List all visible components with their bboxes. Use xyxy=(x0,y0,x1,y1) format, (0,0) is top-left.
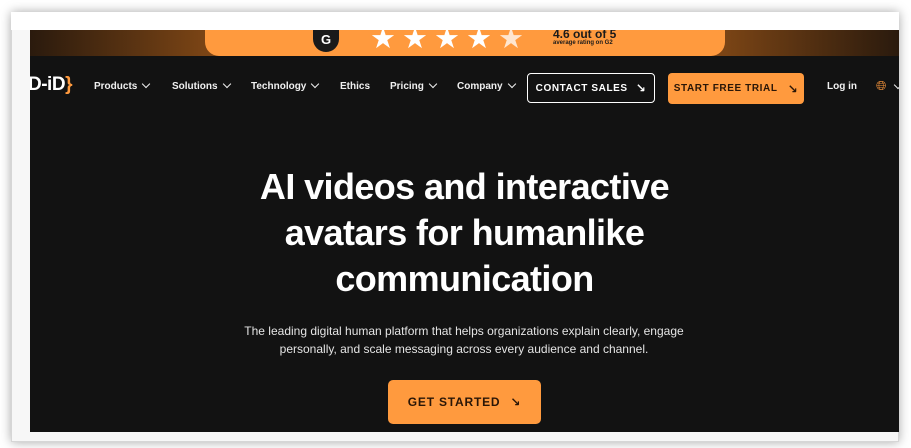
get-started-label: GET STARTED xyxy=(407,395,501,409)
nav-solutions[interactable]: Solutions xyxy=(172,79,231,92)
chevron-down-icon xyxy=(222,79,231,89)
hero-title-line: avatars for humanlike xyxy=(284,212,645,253)
contact-sales-label: CONTACT SALES xyxy=(535,82,628,94)
chevron-down-icon xyxy=(142,79,151,89)
chevron-down-icon[interactable] xyxy=(893,80,899,90)
hero-subtitle-line: The leading digital human platform that … xyxy=(244,324,684,338)
hero-title-line: AI videos and interactive xyxy=(259,166,670,207)
chevron-down-icon xyxy=(428,79,438,89)
nav-ethics[interactable]: Ethics xyxy=(340,81,370,92)
hero-subtitle: The leading digital human platform that … xyxy=(224,322,704,358)
hero-title: AI videos and interactive avatars for hu… xyxy=(30,164,899,302)
star-icon: ★ xyxy=(466,30,492,55)
half-star-icon: ★ xyxy=(498,30,524,55)
chevron-down-icon xyxy=(311,79,320,89)
nav-products[interactable]: Products xyxy=(94,79,151,92)
contact-sales-button[interactable]: CONTACT SALES ↘ xyxy=(527,73,655,103)
nav-pricing[interactable]: Pricing xyxy=(390,79,438,92)
star-icon: ★ xyxy=(370,30,396,55)
webpage: G ★ ★ ★ ★ ★ 4.6 out of 5 average rating … xyxy=(30,30,899,432)
hero-title-line: communication xyxy=(335,258,594,299)
nav-label: Company xyxy=(457,81,503,92)
nav-label: Solutions xyxy=(172,81,218,92)
logo-text: D-iD xyxy=(30,74,66,95)
nav-company[interactable]: Company xyxy=(457,79,516,92)
nav-technology[interactable]: Technology xyxy=(251,79,320,92)
arrow-down-right-icon: ↘ xyxy=(787,81,799,96)
nav-label: Products xyxy=(94,81,138,92)
star-icon: ★ xyxy=(434,30,460,55)
rating-banner[interactable]: G ★ ★ ★ ★ ★ 4.6 out of 5 average rating … xyxy=(30,30,899,56)
start-free-trial-label: START FREE TRIAL xyxy=(673,83,778,94)
nav-label: Ethics xyxy=(340,81,371,92)
get-started-button[interactable]: GET STARTED ↘ xyxy=(388,380,541,424)
nav-label: Technology xyxy=(251,81,307,92)
globe-icon[interactable]: 🌐︎ xyxy=(876,78,886,94)
chevron-down-icon xyxy=(507,79,516,89)
arrow-down-right-icon: ↘ xyxy=(635,81,647,95)
arrow-down-right-icon: ↘ xyxy=(510,395,522,409)
did-logo[interactable]: D-iD} xyxy=(30,74,72,96)
nav-label: Pricing xyxy=(390,81,424,92)
rating-stars: ★ ★ ★ ★ ★ xyxy=(370,30,524,55)
start-free-trial-button[interactable]: START FREE TRIAL ↘ xyxy=(668,73,804,104)
logo-brace: } xyxy=(65,74,72,95)
rating-subtext: average rating on G2 xyxy=(553,40,613,46)
hero-subtitle-line: personally, and scale messaging across e… xyxy=(279,342,649,356)
login-link[interactable]: Log in xyxy=(827,81,857,92)
star-icon: ★ xyxy=(402,30,428,55)
frame-top-strip xyxy=(11,12,899,30)
